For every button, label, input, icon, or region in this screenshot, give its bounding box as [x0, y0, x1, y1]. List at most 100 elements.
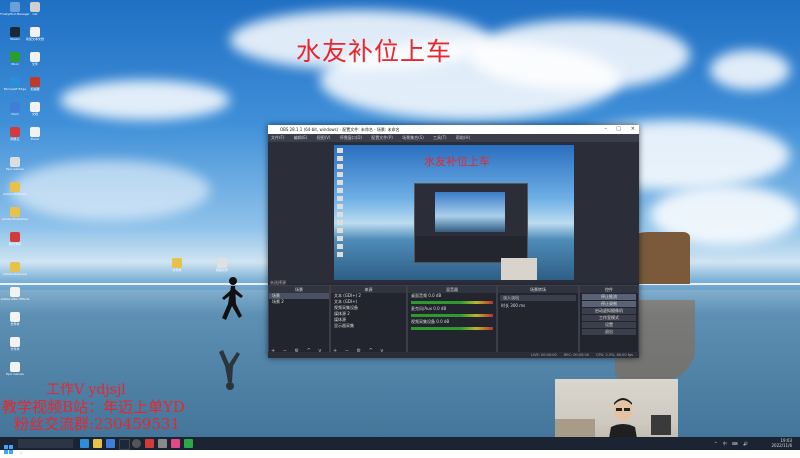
desktop-icon[interactable]: Epic Games: [0, 157, 30, 185]
desktop-icon[interactable]: 文件夹: [0, 337, 30, 365]
steam-icon[interactable]: [119, 439, 130, 450]
volume-meter[interactable]: [411, 327, 493, 330]
desktop-file[interactable]: 文件夹: [162, 258, 192, 286]
desktop-icon[interactable]: Adobe Premiere: [0, 182, 30, 210]
preview-overlay-title: 水友补位上车: [424, 155, 490, 168]
folder-icon: [172, 258, 182, 268]
desktop-icon[interactable]: 文档: [20, 102, 50, 130]
live-timer: LIVE: 00:00:00: [531, 353, 557, 357]
game-icon[interactable]: [171, 439, 180, 448]
edge-icon[interactable]: [80, 439, 89, 448]
folder-icon[interactable]: [93, 439, 102, 448]
search-input[interactable]: ⌕: [18, 439, 73, 456]
transition-duration[interactable]: 时长 300 ms: [498, 303, 578, 309]
transition-select[interactable]: 淡入淡出: [500, 295, 576, 301]
app-icon: [10, 52, 20, 62]
taskbar: ⌕ ^ 中 ⌨ 🔊 19:03 2022/11/6: [0, 437, 800, 456]
cpu-fps: CPU: 2.3%, 60.00 fps: [596, 353, 633, 357]
menu-view[interactable]: 视图(V): [317, 135, 331, 140]
file-icon: [10, 287, 20, 297]
file-icon: [10, 362, 20, 372]
desktop-icon[interactable]: 文件: [20, 52, 50, 80]
app-icon: [10, 102, 20, 112]
scene-item[interactable]: 场景 2: [269, 299, 329, 305]
mixer-channel-name: 麦克风/Aux 0.0 dB: [411, 306, 447, 311]
desktop-file[interactable]: 视频文件: [207, 258, 237, 286]
obs-docks: 未选择源 场景 场景 场景 2 + − ⚙ ^ v 来源 文本 (GDI+) 2…: [268, 280, 639, 358]
mixer-channel-name: 视频采集设备 0.0 dB: [411, 319, 450, 324]
app-icon: [10, 207, 20, 217]
minimize-icon[interactable]: –: [605, 125, 608, 134]
desktop-icon[interactable]: 文件夹: [0, 312, 30, 340]
scenes-header: 场景: [269, 286, 329, 293]
clock[interactable]: 19:03 2022/11/6: [771, 438, 792, 448]
menu-file[interactable]: 文件(F): [271, 135, 284, 140]
app-icon[interactable]: [158, 439, 167, 448]
transitions-dock: 场景转场 淡入淡出 时长 300 ms: [497, 285, 579, 357]
menu-tools[interactable]: 工具(T): [433, 135, 447, 140]
app-icon: [10, 182, 20, 192]
desktop-icon[interactable]: 新建文本文档: [20, 27, 50, 55]
overlay-contact: 工作V ydjsjl: [46, 382, 126, 398]
maximize-icon[interactable]: □: [616, 125, 621, 134]
background-chair: [651, 415, 671, 435]
menu-help[interactable]: 帮助(H): [456, 135, 470, 140]
overlay-title: 水友补位上车: [296, 37, 453, 66]
menu-profile[interactable]: 配置文件(P): [371, 135, 393, 140]
scenes-dock: 场景 场景 场景 2 + − ⚙ ^ v: [268, 285, 330, 357]
transitions-header: 场景转场: [498, 286, 578, 293]
desktop-icon[interactable]: Adobe Photoshop: [0, 207, 30, 235]
window-title: OBS 28.1.1 (64-bit, windows) - 配置文件: 未命名…: [280, 127, 400, 132]
obs-preview[interactable]: 水友补位上车: [334, 145, 574, 280]
volume-meter[interactable]: [411, 301, 493, 304]
obs-icon[interactable]: [132, 439, 141, 448]
close-icon[interactable]: ×: [631, 125, 635, 134]
app-icon: [30, 77, 40, 87]
app-icon: [10, 262, 20, 272]
desktop-icon[interactable]: Cat: [20, 2, 50, 30]
app-icon: [10, 77, 20, 87]
menu-docks[interactable]: 停靠窗口(D): [340, 135, 362, 140]
settings-button[interactable]: 设置: [582, 322, 636, 328]
clock-date: 2022/11/6: [771, 443, 792, 448]
menu-edit[interactable]: 编辑(E): [294, 135, 308, 140]
chat-icon[interactable]: [184, 439, 193, 448]
obs-window[interactable]: OBS 28.1.1 (64-bit, windows) - 配置文件: 未命名…: [268, 125, 639, 358]
file-icon: [30, 27, 40, 37]
sources-dock: 来源 文本 (GDI+) 2 文本 (GDI+) 视频采集设备 媒体源 2 媒体…: [330, 285, 407, 357]
exit-button[interactable]: 退出: [582, 329, 636, 335]
desktop-icon[interactable]: Adobe Premiere: [0, 262, 30, 290]
obs-statusbar: LIVE: 00:00:00 REC: 00:00:00 CPU: 2.3%, …: [268, 352, 639, 358]
preview-desktop-icons: [334, 145, 348, 257]
runner-reflection: [219, 350, 240, 390]
windows-start-icon[interactable]: [4, 439, 13, 454]
preview-webcam: [501, 258, 537, 280]
app-icon: [30, 2, 40, 12]
rec-timer: REC: 00:00:00: [563, 353, 589, 357]
music-icon[interactable]: [145, 439, 154, 448]
app-icon: [10, 127, 20, 137]
volume-meter[interactable]: [411, 314, 493, 317]
stop-streaming-button[interactable]: 停止推流: [582, 294, 636, 300]
system-tray[interactable]: ^ 中 ⌨ 🔊: [714, 441, 750, 447]
store-icon[interactable]: [106, 439, 115, 448]
desktop-icon[interactable]: Adobe After Effects: [0, 287, 30, 315]
obs-titlebar[interactable]: OBS 28.1.1 (64-bit, windows) - 配置文件: 未命名…: [268, 125, 639, 134]
mixer-header: 混音器: [408, 286, 496, 293]
source-item[interactable]: 显示器采集: [331, 323, 406, 329]
desktop-icon[interactable]: Epic Games: [0, 362, 30, 390]
desktop-icon[interactable]: Excel: [20, 127, 50, 155]
mixer-channel-name: 桌面音频 0.0 dB: [411, 293, 442, 298]
search-icon: ⌕: [20, 450, 23, 456]
video-file-icon: [217, 258, 227, 268]
app-icon: [10, 232, 20, 242]
app-icon: [10, 2, 20, 12]
obs-menubar: 文件(F) 编辑(E) 视图(V) 停靠窗口(D) 配置文件(P) 场景集合(S…: [268, 134, 639, 142]
file-icon: [30, 52, 40, 62]
desktop-icon[interactable]: 加速器: [20, 77, 50, 105]
stop-recording-button[interactable]: 停止录制: [582, 301, 636, 307]
menu-scene-collection[interactable]: 场景集合(S): [402, 135, 424, 140]
virtual-camera-button[interactable]: 启动虚拟摄像机: [582, 308, 636, 314]
desktop-icon[interactable]: 腾讯游戏: [0, 232, 30, 260]
studio-mode-button[interactable]: 工作室模式: [582, 315, 636, 321]
